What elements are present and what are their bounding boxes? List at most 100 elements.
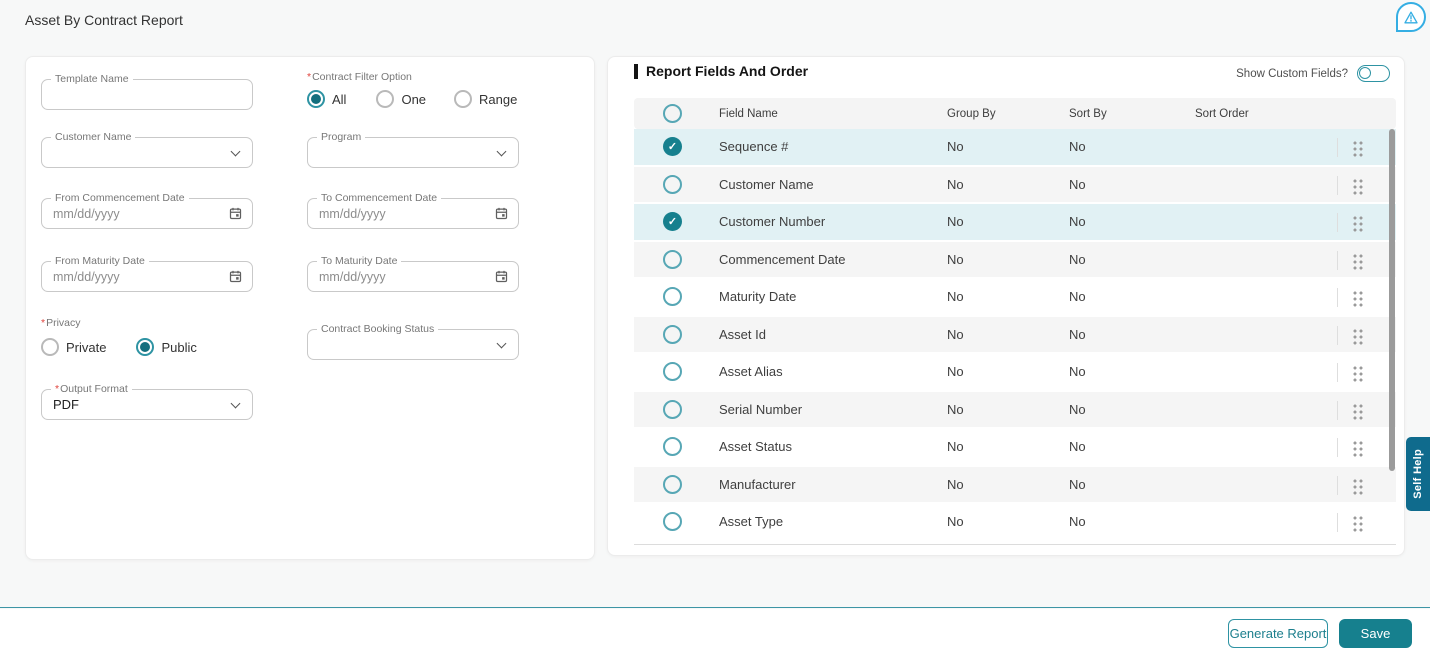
table-row[interactable]: ✓ Sequence # No No: [634, 129, 1396, 167]
row-select-radio[interactable]: [663, 475, 682, 494]
template-name-label: Template Name: [51, 73, 133, 86]
from-commencement-date-field: From Commencement Date: [41, 198, 253, 229]
contract-booking-status-label: Contract Booking Status: [317, 323, 438, 336]
customer-name-select[interactable]: Customer Name: [41, 137, 253, 168]
drag-handle-icon[interactable]: [1352, 365, 1364, 382]
row-select-radio[interactable]: [663, 437, 682, 456]
field-name-cell: Asset Alias: [719, 364, 947, 379]
group-by-cell: No: [947, 327, 1069, 342]
row-select-radio[interactable]: [663, 362, 682, 381]
group-by-cell: No: [947, 289, 1069, 304]
sort-by-cell: No: [1069, 289, 1195, 304]
row-selected-check-icon[interactable]: ✓: [663, 137, 682, 156]
sort-by-cell: No: [1069, 139, 1195, 154]
vertical-scrollbar-thumb[interactable]: [1389, 129, 1395, 471]
drag-handle-icon[interactable]: [1352, 290, 1364, 307]
table-row[interactable]: Manufacturer No No: [634, 467, 1396, 505]
field-name-cell: Commencement Date: [719, 252, 947, 267]
radio-all[interactable]: All: [307, 90, 346, 108]
radio-private[interactable]: Private: [41, 338, 106, 356]
radio-range[interactable]: Range: [454, 90, 517, 108]
output-format-label: Output Format: [51, 383, 132, 396]
radio-public[interactable]: Public: [136, 338, 196, 356]
table-row[interactable]: Asset Status No No: [634, 429, 1396, 467]
table-row[interactable]: Maturity Date No No: [634, 279, 1396, 317]
drag-handle-icon[interactable]: [1352, 140, 1364, 157]
contract-booking-status-select[interactable]: Contract Booking Status: [307, 329, 519, 360]
to-maturity-date-field: To Maturity Date: [307, 261, 519, 292]
sort-by-cell: No: [1069, 364, 1195, 379]
sort-by-cell: No: [1069, 514, 1195, 529]
program-select[interactable]: Program: [307, 137, 519, 168]
row-select-radio[interactable]: [663, 325, 682, 344]
field-name-cell: Sequence #: [719, 139, 947, 154]
row-select-radio[interactable]: [663, 512, 682, 531]
drag-handle-icon[interactable]: [1352, 328, 1364, 345]
header-select-radio[interactable]: [663, 104, 682, 123]
save-button[interactable]: Save: [1339, 619, 1412, 648]
group-by-cell: No: [947, 364, 1069, 379]
from-maturity-date-field: From Maturity Date: [41, 261, 253, 292]
column-header-group-by: Group By: [947, 108, 1069, 120]
calendar-icon[interactable]: [228, 206, 243, 226]
calendar-icon[interactable]: [494, 206, 509, 226]
radio-one[interactable]: One: [376, 90, 426, 108]
row-divider: [1337, 513, 1338, 532]
radio-all-label: All: [332, 92, 346, 107]
table-row[interactable]: Serial Number No No: [634, 392, 1396, 430]
table-row[interactable]: Asset Type No No: [634, 504, 1396, 542]
sort-by-cell: No: [1069, 402, 1195, 417]
table-row[interactable]: Asset Id No No: [634, 317, 1396, 355]
horizontal-scrollbar-track[interactable]: [634, 544, 1396, 545]
show-custom-fields-row: Show Custom Fields?: [1236, 65, 1390, 82]
drag-handle-icon[interactable]: [1352, 403, 1364, 420]
group-by-cell: No: [947, 214, 1069, 229]
radio-public-label: Public: [161, 340, 196, 355]
to-commencement-date-label: To Commencement Date: [317, 192, 441, 205]
drag-handle-icon[interactable]: [1352, 178, 1364, 195]
table-row[interactable]: Customer Name No No: [634, 167, 1396, 205]
output-format-select[interactable]: Output Format PDF: [41, 389, 253, 420]
row-select-radio[interactable]: [663, 250, 682, 269]
field-name-cell: Maturity Date: [719, 289, 947, 304]
show-custom-fields-toggle[interactable]: [1357, 65, 1390, 82]
calendar-icon[interactable]: [228, 269, 243, 289]
calendar-icon[interactable]: [494, 269, 509, 289]
row-select-radio[interactable]: [663, 175, 682, 194]
table-row[interactable]: ✓ Customer Number No No: [634, 204, 1396, 242]
privacy-group: Private Public: [41, 338, 197, 356]
field-name-cell: Asset Id: [719, 327, 947, 342]
chevron-down-icon: [497, 339, 507, 349]
row-divider: [1337, 213, 1338, 232]
row-divider: [1337, 176, 1338, 195]
row-divider: [1337, 288, 1338, 307]
page-title: Asset By Contract Report: [25, 12, 183, 28]
drag-handle-icon[interactable]: [1352, 478, 1364, 495]
group-by-cell: No: [947, 177, 1069, 192]
sort-by-cell: No: [1069, 327, 1195, 342]
template-name-field: Template Name: [41, 79, 253, 110]
sort-by-cell: No: [1069, 177, 1195, 192]
row-divider: [1337, 438, 1338, 457]
generate-report-button[interactable]: Generate Report: [1228, 619, 1328, 648]
chevron-down-icon: [497, 147, 507, 157]
row-select-radio[interactable]: [663, 400, 682, 419]
table-row[interactable]: Asset Alias No No: [634, 354, 1396, 392]
radio-icon: [41, 338, 59, 356]
table-row[interactable]: Commencement Date No No: [634, 242, 1396, 280]
row-select-radio[interactable]: [663, 287, 682, 306]
drag-handle-icon[interactable]: [1352, 515, 1364, 532]
drag-handle-icon[interactable]: [1352, 253, 1364, 270]
row-divider: [1337, 326, 1338, 345]
report-fields-title: Report Fields And Order: [634, 63, 808, 79]
row-divider: [1337, 138, 1338, 157]
drag-handle-icon[interactable]: [1352, 440, 1364, 457]
table-header: Field Name Group By Sort By Sort Order: [634, 98, 1396, 129]
row-selected-check-icon[interactable]: ✓: [663, 212, 682, 231]
self-help-tab[interactable]: Self Help: [1406, 437, 1430, 511]
field-name-cell: Manufacturer: [719, 477, 947, 492]
drag-handle-icon[interactable]: [1352, 215, 1364, 232]
help-icon[interactable]: [1396, 2, 1426, 32]
toggle-knob-icon: [1359, 67, 1371, 79]
row-divider: [1337, 401, 1338, 420]
